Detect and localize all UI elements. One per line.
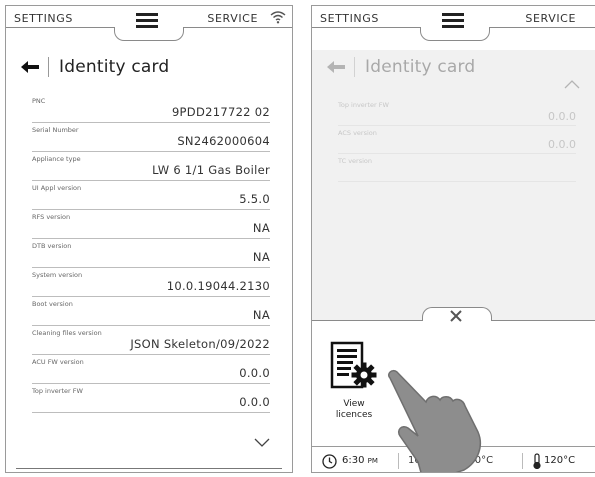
list-item: RFS version NA [32,210,270,239]
item-label: PNC [32,97,46,105]
status-time: 6:30 PM [342,455,378,466]
item-label: RFS version [32,213,71,221]
top-bar: SETTINGS SERVICE [312,6,595,44]
list-item: Top inverter FW 0.0.0 [32,384,270,413]
top-bar: SETTINGS SERVICE [6,6,292,44]
list-item: Top inverter FW 0.0.0 [338,98,576,126]
item-value: 0.0.0 [548,138,576,151]
item-value: 5.5.0 [239,192,270,206]
tab-settings[interactable]: SETTINGS [320,12,379,25]
item-value: JSON Skeleton/09/2022 [130,337,270,351]
header-divider [354,57,355,77]
item-value: NA [252,221,270,235]
list-item: PNC 9PDD217722 02 [32,94,270,123]
clock-icon [322,454,337,469]
overlay-backdrop [312,50,595,320]
tab-service[interactable]: SERVICE [525,12,576,25]
divider [522,453,523,469]
item-label: TC version [338,157,373,165]
item-value: 0.0.0 [239,395,270,409]
time-value: 6:30 [342,455,365,466]
list-item: Cleaning files version JSON Skeleton/09/2… [32,326,270,355]
item-label: System version [32,271,83,279]
list-item: System version 10.0.19044.2130 [32,268,270,297]
item-value: NA [252,308,270,322]
list-item: Serial Number SN2462000604 [32,123,270,152]
divider [6,27,116,28]
divider [16,468,282,469]
hamburger-icon[interactable] [442,13,464,28]
status-temperature-2: 120°C [544,455,576,466]
list-item: TC version [338,154,576,182]
list-item: ACS version 0.0.0 [338,126,576,154]
hand-pointer-icon [387,369,482,472]
list-item: ACU FW version 0.0.0 [32,355,270,384]
item-label: Boot version [32,300,73,308]
tab-service[interactable]: SERVICE [207,12,258,25]
item-label: ACU FW version [32,358,84,366]
item-label: Top inverter FW [338,101,389,109]
item-label: Cleaning files version [32,329,102,337]
chevron-down-icon[interactable] [254,438,270,447]
hamburger-icon[interactable] [136,13,158,28]
item-label: DTB version [32,242,72,250]
item-value: 0.0.0 [548,110,576,123]
identity-list: Top inverter FW 0.0.0 ACS version 0.0.0 TC… [338,98,576,182]
list-item: Appliance type LW 6 1/1 Gas Boiler [32,152,270,181]
page-title: Identity card [365,57,476,77]
page-title: Identity card [59,57,170,77]
item-value: LW 6 1/1 Gas Boiler [152,163,270,177]
identity-list: PNC 9PDD217722 02 Serial Number SN24620006… [32,94,270,413]
item-value: 0.0.0 [239,366,270,380]
item-value: NA [252,250,270,264]
list-item: Boot version NA [32,297,270,326]
item-label: UI Appl version [32,184,82,192]
item-label: Serial Number [32,126,79,134]
item-value: 10.0.19044.2130 [166,279,270,293]
item-label: Top inverter FW [32,387,83,395]
menu-notch [114,27,184,41]
list-item: DTB version NA [32,239,270,268]
document-gear-icon [330,341,377,389]
chevron-up-icon [564,80,580,89]
view-licences-label: View licences [335,399,373,420]
identity-card-screen: SETTINGS SERVICE Identity card PNC 9PDD21… [5,5,293,473]
item-label: ACS version [338,129,377,137]
arrow-left-icon [327,61,345,73]
item-value: SN2462000604 [177,134,270,148]
thermometer-icon [533,453,541,469]
divider [312,27,422,28]
tab-settings[interactable]: SETTINGS [14,12,73,25]
divider [182,27,292,28]
menu-notch [420,27,490,41]
view-licences-button[interactable]: View licences [326,341,382,431]
page-header: Identity card [20,52,169,82]
wifi-icon [270,11,286,24]
licence-panel-screen: SETTINGS SERVICE Identity card Top inver… [311,5,595,473]
time-ampm: PM [367,457,378,465]
header-divider [48,57,49,77]
close-icon[interactable] [449,309,463,323]
panel-notch [422,307,492,323]
arrow-left-icon[interactable] [20,59,40,75]
item-value: 9PDD217722 02 [171,105,270,119]
divider [488,27,595,28]
item-label: Appliance type [32,155,81,163]
page-header: Identity card [326,52,475,82]
list-item: UI Appl version 5.5.0 [32,181,270,210]
